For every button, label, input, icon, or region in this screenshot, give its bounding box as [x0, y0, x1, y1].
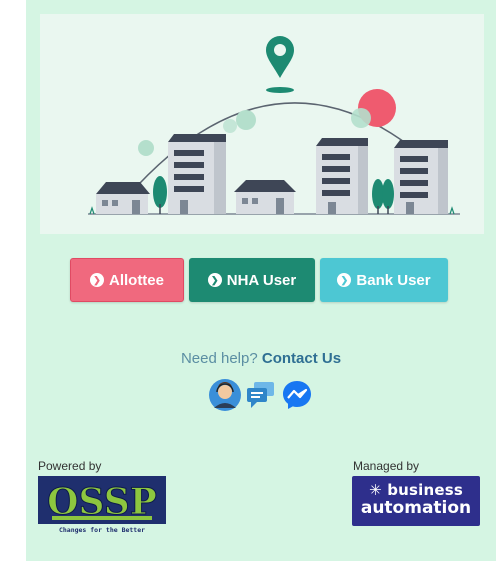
- nha-user-button[interactable]: ❯ NHA User: [189, 258, 315, 302]
- support-agent-icon[interactable]: [208, 378, 242, 412]
- nha-user-label: NHA User: [226, 271, 297, 289]
- allottee-label: Allottee: [108, 271, 164, 289]
- business-automation-logo: ✳ business automation: [352, 476, 480, 526]
- contact-us-link[interactable]: Contact Us: [262, 350, 341, 367]
- contact-icons: [208, 378, 314, 412]
- city-illustration: [40, 14, 484, 234]
- map-pin-icon: [266, 36, 294, 78]
- ossp-logo: OSSP Changes for the Better: [38, 476, 166, 534]
- arrow-circle-icon: ❯: [207, 273, 222, 287]
- help-prefix: Need help?: [180, 350, 258, 367]
- chat-icon[interactable]: [244, 378, 278, 412]
- svg-text:Changes for the Better: Changes for the Better: [59, 526, 145, 534]
- login-panel: ❯ Allottee ❯ NHA User ❯ Bank User Need h…: [26, 0, 496, 561]
- allottee-button[interactable]: ❯ Allottee: [70, 258, 184, 302]
- bank-user-button[interactable]: ❯ Bank User: [320, 258, 448, 302]
- arrow-circle-icon: ❯: [337, 273, 352, 287]
- messenger-icon[interactable]: [280, 378, 314, 412]
- powered-by-label: Powered by: [38, 459, 102, 473]
- help-text: Need help? Contact Us: [26, 350, 496, 367]
- bank-user-label: Bank User: [356, 271, 431, 289]
- managed-by-label: Managed by: [353, 459, 420, 473]
- arrow-circle-icon: ❯: [89, 273, 104, 287]
